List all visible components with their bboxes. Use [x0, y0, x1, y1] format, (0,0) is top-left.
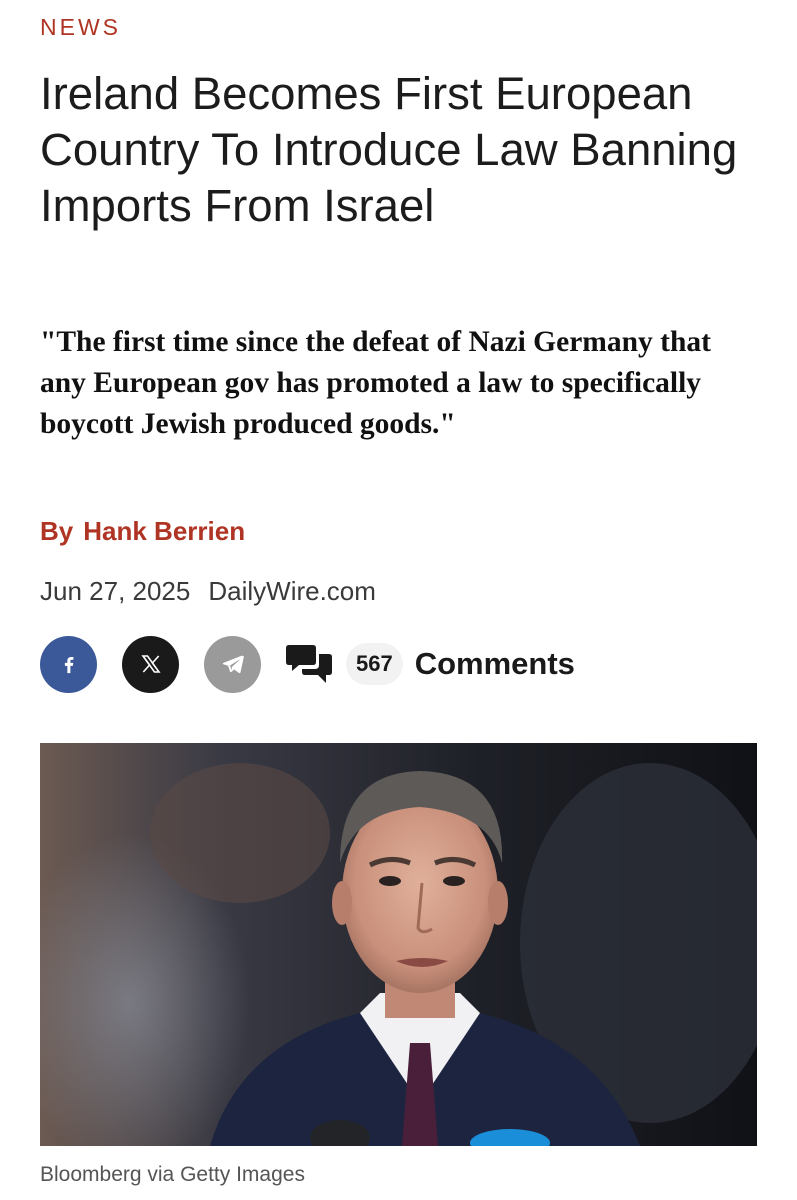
facebook-share-button[interactable]: [40, 635, 97, 693]
comments-button[interactable]: 567 Comments: [286, 642, 575, 686]
x-icon: [140, 655, 161, 673]
publish-date: Jun 27, 2025: [40, 576, 191, 606]
subheadline: "The first time since the defeat of Nazi…: [40, 326, 711, 440]
share-bar: 567 Comments: [40, 635, 575, 693]
x-share-button[interactable]: [122, 635, 179, 693]
comment-count: 567: [346, 643, 403, 685]
category-link[interactable]: NEWS: [40, 14, 121, 41]
photo-caption: Bloomberg via Getty Images: [40, 1163, 305, 1186]
article-photo: [40, 743, 757, 1146]
telegram-share-button[interactable]: [204, 635, 261, 693]
portrait-image: [40, 743, 757, 1146]
byline-prefix: By: [40, 516, 74, 546]
facebook-icon: [64, 656, 73, 674]
headline: Ireland Becomes First European Country T…: [40, 68, 738, 231]
telegram-icon: [222, 655, 244, 674]
comments-label: Comments: [414, 646, 575, 681]
source-name: DailyWire.com: [208, 576, 376, 606]
byline: By Hank Berrien: [40, 516, 245, 547]
author-link[interactable]: Hank Berrien: [83, 516, 245, 546]
article-meta: Jun 27, 2025 DailyWire.com: [40, 576, 376, 607]
comments-icon: [286, 645, 332, 683]
